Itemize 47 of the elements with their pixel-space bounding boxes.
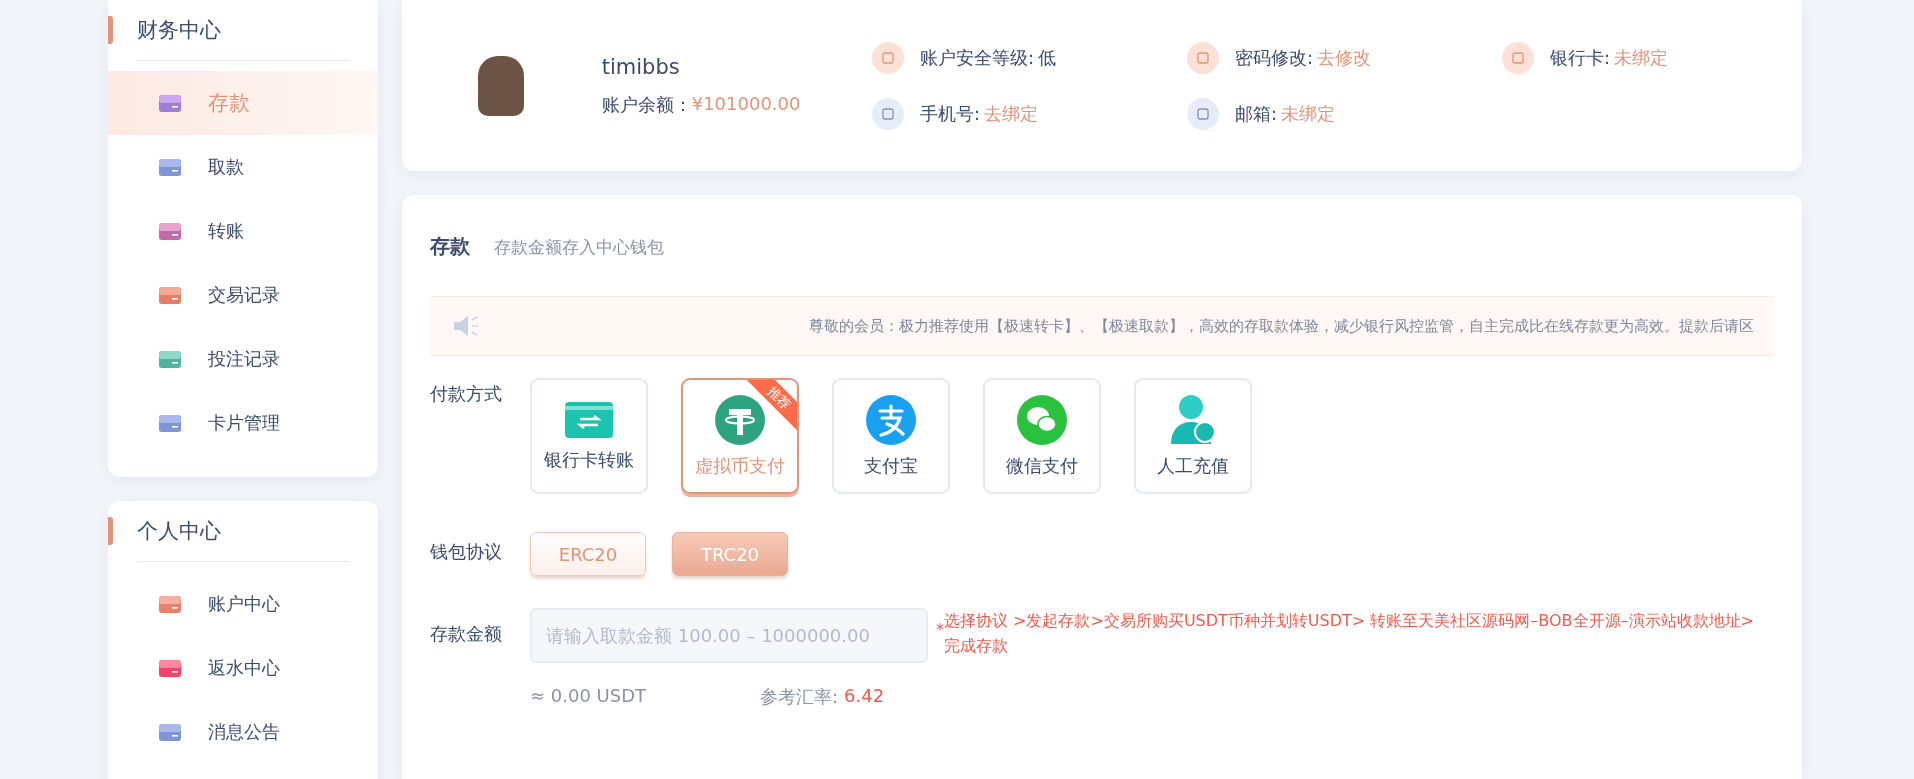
sidebar-item[interactable]: 返水中心 (108, 636, 378, 700)
alipay-logo-icon (865, 394, 917, 446)
info-icon (1502, 41, 1534, 74)
info-value: 低 (1038, 45, 1057, 70)
info-label: 邮箱: (1235, 101, 1278, 126)
field-label: 付款方式 (430, 382, 503, 406)
notice-text: 尊敬的会员：极力推荐使用【极速转卡】、【极速取款】，高效的存取款体验，减少银行风控监管，自主完成比在线存款更为高效。提款后请区 (809, 316, 1754, 336)
avatar-placeholder (478, 55, 524, 116)
payment-method-option[interactable]: 人工充值 (1134, 378, 1252, 494)
required-mark: * (936, 620, 944, 641)
usdt-amount: ≈ 0.00 USDT (530, 685, 648, 708)
sidebar-item[interactable]: 消息公告 (108, 700, 378, 764)
info-label: 手机号: (920, 101, 981, 126)
info-icon (1187, 41, 1219, 74)
transfer-card-icon (563, 400, 615, 440)
field-label: 存款金额 (430, 622, 503, 646)
amount-input-field[interactable]: 请输入取款金额 100.00 – 1000000.00 (530, 608, 928, 663)
sidebar-item[interactable]: 投注记录 (108, 327, 378, 391)
wechat-logo-icon (1016, 394, 1068, 446)
info-label: 银行卡: (1550, 45, 1611, 70)
info-icon (872, 97, 904, 130)
section-accent-bar (108, 16, 113, 44)
info-label: 账户安全等级: (920, 45, 1035, 70)
tether-coin-icon (714, 394, 766, 446)
hint-text: 选择协议 >发起存款>交易所购买USDT币种并划转USDT> 转账至天美社区源码网–BOB全开源–演示站收款地址>完成存款 (944, 610, 1755, 657)
sidebar-section-title: 财务中心 (137, 17, 221, 44)
panel-subtitle: 存款金额存入中心钱包 (494, 236, 664, 259)
panel-title: 存款 (430, 233, 470, 260)
field-label: 钱包协议 (430, 540, 503, 564)
sidebar-item[interactable]: 取款 (108, 135, 378, 199)
username: timibbs (601, 54, 681, 79)
info-icon (872, 41, 904, 74)
sidebar-item[interactable]: 账户中心 (108, 572, 378, 636)
sidebar-item[interactable]: 交易记录 (108, 263, 378, 327)
info-icon (1187, 97, 1219, 130)
balance-value: ¥101000.00 (691, 92, 801, 116)
rate-label: 参考汇率: (760, 685, 839, 709)
rate-value: 6.42 (844, 685, 885, 708)
payment-method-option[interactable]: 银行卡转账 (530, 378, 648, 494)
sidebar-section-title: 个人中心 (137, 518, 221, 545)
sidebar-item[interactable]: 转账 (108, 199, 378, 263)
section-accent-bar (108, 517, 113, 545)
payment-method-option[interactable]: 微信支付 (983, 378, 1101, 494)
payment-method-option[interactable]: 支付宝 (832, 378, 950, 494)
info-label: 密码修改: (1235, 45, 1314, 70)
balance-label: 账户余额： (601, 92, 692, 117)
sidebar-item[interactable]: 卡片管理 (108, 391, 378, 455)
